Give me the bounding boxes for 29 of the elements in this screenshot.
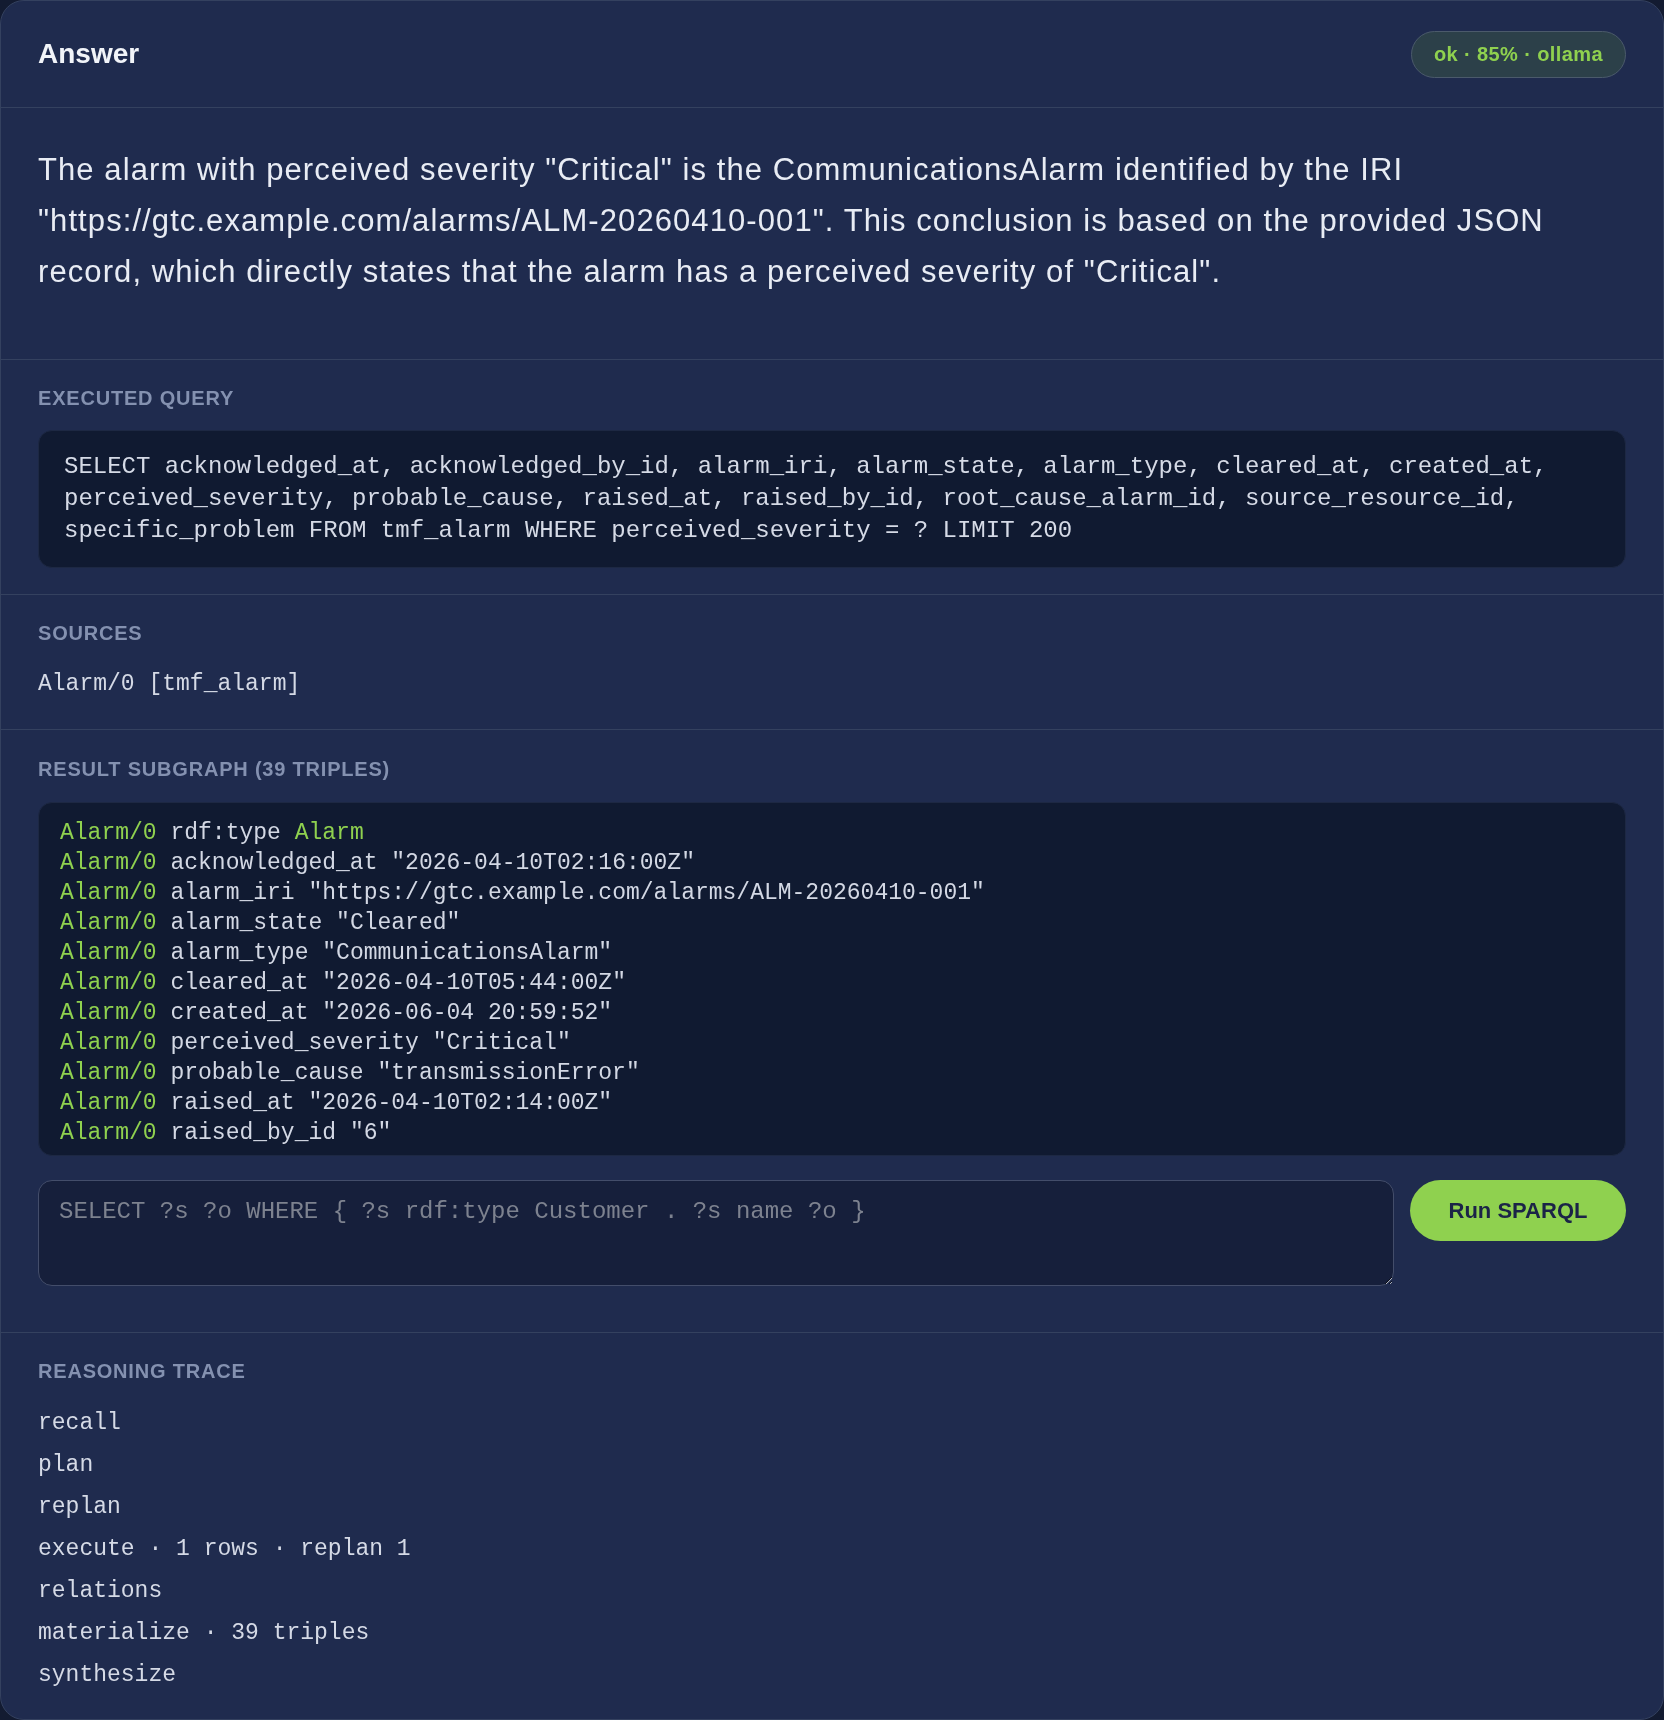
answer-title: Answer [38, 37, 140, 71]
trace-step: plan [38, 1444, 94, 1486]
query-text: SELECT acknowledged_at, acknowledged_by_id, alarm_iri, alarm_state, alarm_type, cleared_at, created_at, perceived_severity, probable_cause, raised_at, raised_by_id, root_cause_alarm_id, source_resource_id, specific_problem FROM tmf_alarm WHERE perceived_severity = ? LIMIT 200 [64, 452, 1549, 546]
section-label: RESULT SUBGRAPH (39 TRIPLES) [38, 757, 391, 781]
triple-line: Alarm/0 rdf:type Alarm [60, 819, 364, 848]
trace-step: synthesize [38, 1654, 177, 1696]
triple-line: Alarm/0 probable_cause "transmissionError" [60, 1059, 640, 1088]
trace-step: materialize · 39 triples [38, 1612, 370, 1654]
triple-line: Alarm/0 raised_at "2026-04-10T02:14:00Z" [60, 1089, 613, 1118]
status-badge: ok · 85% · ollama [1410, 30, 1626, 78]
section-label: REASONING TRACE [38, 1359, 246, 1383]
trace-step: execute · 1 rows · replan 1 [38, 1528, 411, 1570]
triple-line: Alarm/0 raised_by_id "6" [60, 1119, 392, 1148]
trace-step: relations [38, 1570, 163, 1612]
triple-line: Alarm/0 alarm_iri "https://gtc.example.com/alarms/ALM-20260410-001" [60, 879, 985, 908]
trace-step: recall [38, 1402, 121, 1444]
sparql-input[interactable]: SELECT ?s ?o WHERE { ?s rdf:type Customer . ?s name ?o } [38, 1180, 1394, 1286]
triple-line: Alarm/0 perceived_severity "Critical" [60, 1029, 571, 1058]
triple-line: Alarm/0 acknowledged_at "2026-04-10T02:16:00Z" [60, 849, 695, 878]
triple-line: Alarm/0 alarm_state "Cleared" [60, 909, 461, 938]
triple-line: Alarm/0 cleared_at "2026-04-10T05:44:00Z" [60, 969, 626, 998]
section-label: SOURCES [38, 621, 143, 645]
triple-line: Alarm/0 created_at "2026-06-04 20:59:52" [60, 999, 613, 1028]
source-item: Alarm/0 [tmf_alarm] [38, 670, 301, 699]
section-label: EXECUTED QUERY [38, 386, 235, 410]
answer-text: The alarm with perceived severity "Critical" is the CommunicationsAlarm identified by the IRI "https://gtc.example.com/alarms/ALM-20260410-001". This conclusion is based on the provided JSON record, which directly states that the alarm has a perceived severity of "Critical". [38, 151, 1545, 291]
trace-step: replan [38, 1486, 121, 1528]
triple-line: Alarm/0 alarm_type "CommunicationsAlarm" [60, 939, 613, 968]
run-sparql-button[interactable]: Run SPARQL [1410, 1180, 1626, 1241]
